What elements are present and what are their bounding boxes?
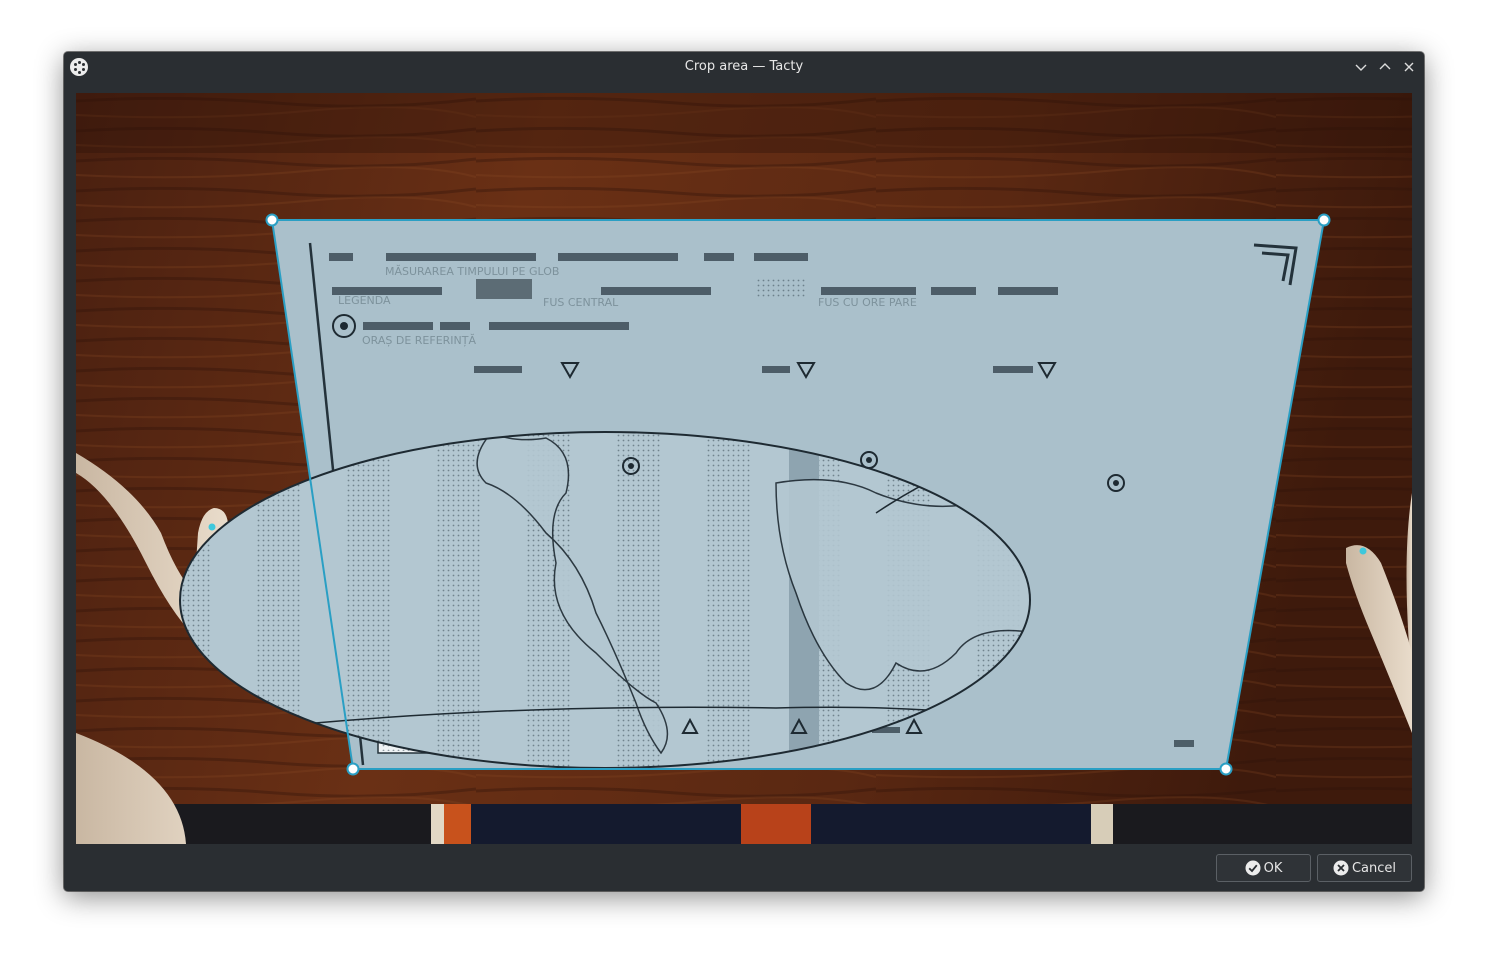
doc-legend-label: LEGENDA: [338, 294, 391, 307]
chevron-up-icon: [1379, 63, 1391, 70]
ok-label: OK: [1263, 860, 1283, 876]
crop-handle-top-left[interactable]: [265, 213, 279, 227]
doc-heading: MĂSURAREA TIMPULUI PE GLOB: [385, 265, 559, 278]
ok-button[interactable]: OK: [1216, 854, 1311, 882]
close-button[interactable]: [1398, 56, 1420, 78]
maximize-button[interactable]: [1374, 56, 1396, 78]
minimize-button[interactable]: [1350, 56, 1372, 78]
cancel-label: Cancel: [1351, 860, 1397, 876]
doc-oras-referinta: ORAȘ DE REFERINȚĂ: [362, 334, 476, 347]
crop-handle-bottom-left[interactable]: [346, 762, 360, 776]
crop-area-dialog: Crop area — Tacty MĂSURAREA TIMPULUI PE …: [64, 52, 1424, 891]
dialog-footer: OK Cancel: [64, 844, 1424, 891]
photo-preview: MĂSURAREA TIMPULUI PE GLOB LEGENDA FUS C…: [76, 93, 1412, 844]
titlebar: Crop area — Tacty: [64, 52, 1424, 81]
window-title: Crop area — Tacty: [684, 59, 804, 74]
crop-handle-top-right[interactable]: [1317, 213, 1331, 227]
doc-fus-central: FUS CENTRAL: [543, 296, 619, 309]
close-icon: [1404, 62, 1414, 72]
x-circle-icon: [1333, 860, 1349, 876]
doc-fus-ore-pare: FUS CU ORE PARE: [818, 296, 917, 309]
chevron-down-icon: [1355, 64, 1367, 71]
image-canvas[interactable]: MĂSURAREA TIMPULUI PE GLOB LEGENDA FUS C…: [76, 93, 1412, 844]
crop-handle-bottom-right[interactable]: [1219, 762, 1233, 776]
checkmark-circle-icon: [1245, 860, 1261, 876]
cancel-button[interactable]: Cancel: [1317, 854, 1412, 882]
